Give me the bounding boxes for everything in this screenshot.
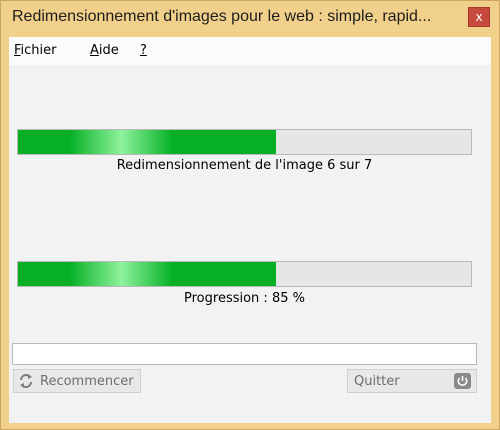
window-title: Redimensionnement d'images pour le web :… (12, 8, 432, 25)
refresh-arrows-icon (20, 374, 32, 388)
overall-progress-fill (18, 262, 277, 286)
client-area: Fichier Aide ? Redimensionnement de l'im… (9, 37, 491, 423)
restart-button[interactable]: Recommencer (13, 369, 141, 393)
menu-fichier-label: ichier (20, 43, 57, 58)
menu-aide-mnemonic: A (90, 43, 99, 58)
menu-help-mnemonic: ? (140, 43, 147, 58)
power-icon (454, 373, 471, 389)
close-button[interactable]: x (468, 7, 490, 27)
quit-button[interactable]: Quitter (347, 369, 477, 393)
title-bar[interactable]: Redimensionnement d'images pour le web :… (1, 1, 499, 35)
restart-button-label: Recommencer (40, 374, 134, 389)
log-field[interactable] (12, 343, 477, 365)
image-progress-fill (18, 130, 277, 154)
menu-aide[interactable]: Aide (90, 43, 119, 58)
main-window: Redimensionnement d'images pour le web :… (0, 0, 500, 430)
overall-progress-bar (17, 261, 472, 287)
quit-button-label: Quitter (354, 374, 400, 389)
image-progress-text: Redimensionnement de l'image 6 sur 7 (116, 158, 373, 173)
overall-progress-text: Progression : 85 % (184, 291, 305, 306)
image-progress-bar (17, 129, 472, 155)
menu-aide-label: ide (98, 43, 119, 58)
menu-bar: Fichier Aide ? (9, 37, 491, 65)
menu-fichier[interactable]: Fichier (14, 43, 57, 58)
menu-help-question[interactable]: ? (140, 43, 147, 58)
